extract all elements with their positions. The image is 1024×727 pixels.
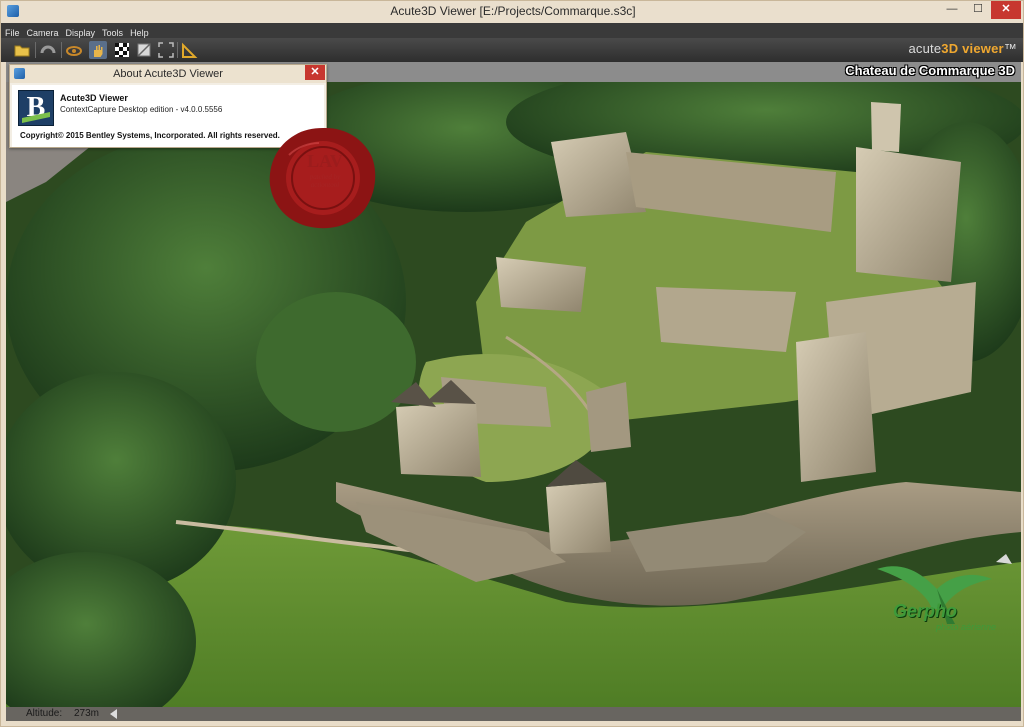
menu-bar: File Camera Display Tools Help [1, 23, 1023, 38]
orbit-icon[interactable] [65, 41, 83, 59]
product-name: Acute3D Viewer [60, 93, 128, 103]
minimize-button[interactable]: — [941, 1, 963, 19]
watermark-subtitle: photo aérienne [936, 622, 997, 632]
altitude-value: 273m [74, 708, 100, 719]
pan-hand-icon[interactable] [89, 41, 107, 59]
copyright-text: Copyright© 2015 Bentley Systems, Incorpo… [20, 131, 280, 140]
about-dialog-title: About Acute3D Viewer [113, 68, 223, 80]
open-folder-icon[interactable] [13, 41, 31, 59]
title-bar: Acute3D Viewer [E:/Projects/Commarque.s3… [1, 1, 1023, 23]
checker-texture-icon[interactable] [113, 41, 131, 59]
altitude-label: Altitude: [26, 708, 63, 719]
model-title: Chateau de Commarque 3D [845, 63, 1015, 78]
watermark-text: Gerpho [893, 601, 958, 621]
product-edition: ContextCapture Desktop edition - v4.0.0.… [60, 105, 223, 114]
brand-prefix: acute [908, 41, 942, 56]
3d-viewport[interactable]: Chateau de Commarque 3D Gerpho photo aér… [6, 62, 1021, 707]
toolbar-separator [35, 42, 36, 58]
seal-subtext: patched by actiontool [309, 173, 341, 189]
brand-logo: acute3D viewer™ [908, 41, 1017, 56]
maximize-button[interactable]: ☐ [967, 1, 989, 19]
application-window: Acute3D Viewer [E:/Projects/Commarque.s3… [0, 0, 1024, 727]
measure-icon[interactable] [181, 41, 199, 59]
toolbar-separator [61, 42, 62, 58]
altitude-marker-icon [110, 709, 117, 719]
window-bottom-border [1, 721, 1023, 726]
toolbar: acute3D viewer™ [1, 38, 1023, 62]
close-button[interactable]: ✕ [991, 1, 1021, 19]
status-bar: Altitude: 273m [6, 707, 1021, 721]
render-mode-icon[interactable] [135, 41, 153, 59]
fullscreen-icon[interactable] [157, 41, 175, 59]
brand-highlight: 3D viewer [941, 41, 1004, 56]
toolbar-separator [177, 42, 178, 58]
bentley-logo-icon: B [18, 90, 54, 126]
about-dialog-titlebar[interactable]: About Acute3D Viewer ✕ [10, 65, 326, 83]
window-title: Acute3D Viewer [E:/Projects/Commarque.s3… [390, 4, 636, 18]
about-dialog-close-button[interactable]: ✕ [305, 65, 325, 80]
seal-text: LAV [307, 151, 343, 171]
camera-home-icon[interactable] [39, 41, 57, 59]
brand-trademark: ™ [1003, 41, 1017, 56]
